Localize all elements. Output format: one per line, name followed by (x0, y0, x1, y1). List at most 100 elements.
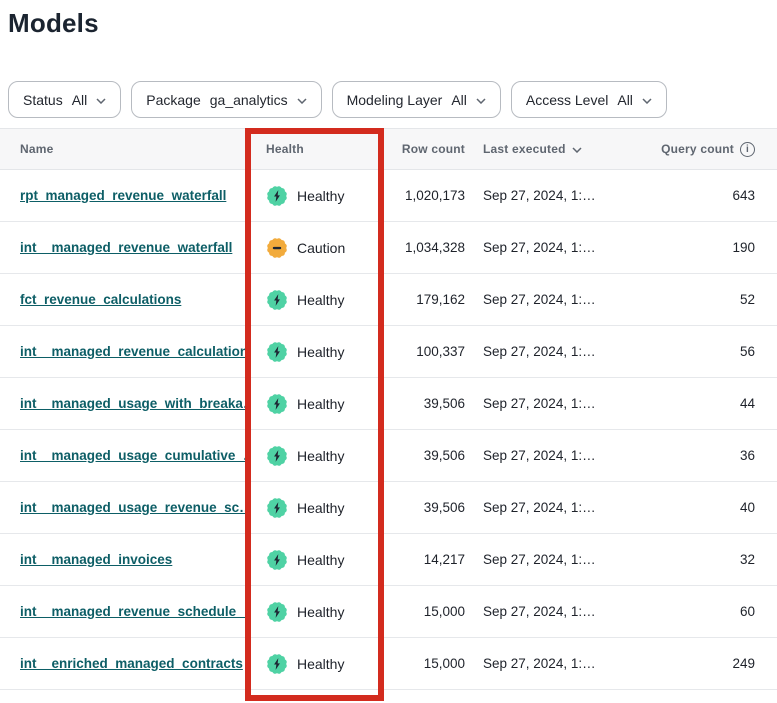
row-count-cell: 14,217 (383, 552, 470, 567)
healthy-lightning-seal-icon (266, 289, 288, 311)
chevron-down-icon (642, 98, 652, 104)
page-title: Models (8, 6, 777, 40)
health-cell: Healthy (245, 549, 383, 571)
model-name-cell: int__managed_revenue_schedule_… (0, 603, 245, 621)
column-header-last-executed-label: Last executed (483, 142, 566, 156)
info-circle-icon[interactable]: i (740, 142, 755, 157)
model-name-link[interactable]: fct_revenue_calculations (20, 292, 181, 307)
health-cell: Healthy (245, 653, 383, 675)
sort-chevron-down-icon (572, 147, 582, 153)
healthy-lightning-seal-icon (266, 445, 288, 467)
health-status-label: Healthy (297, 604, 344, 620)
row-count-cell: 15,000 (383, 604, 470, 619)
table-row: int__managed_revenue_schedule_… Healthy … (0, 586, 777, 638)
access-level-filter[interactable]: Access Level All (511, 81, 667, 118)
column-header-query-count: Query count i (625, 142, 777, 157)
model-name-link[interactable]: int__managed_usage_with_breaka… (20, 396, 245, 411)
health-cell: Healthy (245, 289, 383, 311)
column-header-last-executed[interactable]: Last executed (470, 142, 625, 156)
model-name-link[interactable]: int__managed_revenue_calculations (20, 344, 245, 359)
model-name-cell: int__managed_revenue_calculations (0, 343, 245, 361)
healthy-lightning-seal-icon (266, 185, 288, 207)
last-executed-cell: Sep 27, 2024, 1:… (470, 656, 625, 671)
query-count-cell: 40 (625, 500, 777, 515)
chevron-down-icon (297, 98, 307, 104)
last-executed-cell: Sep 27, 2024, 1:… (470, 500, 625, 515)
healthy-lightning-seal-icon (266, 393, 288, 415)
models-table: Name Health Row count Last executed Quer… (0, 128, 777, 690)
filter-bar: Status All Package ga_analytics Modeling… (8, 81, 777, 118)
status-filter[interactable]: Status All (8, 81, 121, 118)
health-status-label: Healthy (297, 344, 344, 360)
health-status-label: Healthy (297, 396, 344, 412)
modeling-layer-filter-value: All (451, 92, 467, 108)
model-name-cell: int__managed_revenue_waterfall (0, 239, 245, 257)
row-count-cell: 15,000 (383, 656, 470, 671)
model-name-link[interactable]: int__enriched_managed_contracts (20, 656, 243, 671)
health-status-label: Healthy (297, 552, 344, 568)
package-filter-label: Package (146, 92, 200, 108)
column-header-query-count-label: Query count (661, 142, 734, 156)
health-status-label: Healthy (297, 500, 344, 516)
query-count-cell: 249 (625, 656, 777, 671)
model-name-link[interactable]: int__managed_invoices (20, 552, 172, 567)
model-name-link[interactable]: int__managed_revenue_schedule_… (20, 604, 245, 619)
health-status-label: Healthy (297, 448, 344, 464)
model-name-link[interactable]: rpt_managed_revenue_waterfall (20, 188, 226, 203)
model-name-link[interactable]: int__managed_usage_cumulative_… (20, 448, 245, 463)
row-count-cell: 39,506 (383, 448, 470, 463)
query-count-cell: 60 (625, 604, 777, 619)
model-name-cell: int__enriched_managed_contracts (0, 655, 245, 673)
last-executed-cell: Sep 27, 2024, 1:… (470, 396, 625, 411)
health-cell: Healthy (245, 601, 383, 623)
column-header-name: Name (0, 142, 245, 156)
query-count-cell: 190 (625, 240, 777, 255)
health-cell: Caution (245, 237, 383, 259)
model-name-link[interactable]: int__managed_usage_revenue_sc… (20, 500, 245, 515)
model-name-link[interactable]: int__managed_revenue_waterfall (20, 240, 232, 255)
healthy-lightning-seal-icon (266, 341, 288, 363)
modeling-layer-filter[interactable]: Modeling Layer All (332, 81, 501, 118)
last-executed-cell: Sep 27, 2024, 1:… (470, 344, 625, 359)
table-header-row: Name Health Row count Last executed Quer… (0, 128, 777, 170)
chevron-down-icon (96, 98, 106, 104)
table-body: rpt_managed_revenue_waterfall Healthy 1,… (0, 170, 777, 690)
row-count-cell: 39,506 (383, 500, 470, 515)
healthy-lightning-seal-icon (266, 601, 288, 623)
model-name-cell: int__managed_usage_with_breaka… (0, 395, 245, 413)
models-page: Models Status All Package ga_analytics M… (0, 6, 777, 703)
table-row: int__managed_revenue_waterfall Caution 1… (0, 222, 777, 274)
healthy-lightning-seal-icon (266, 653, 288, 675)
query-count-cell: 56 (625, 344, 777, 359)
last-executed-cell: Sep 27, 2024, 1:… (470, 188, 625, 203)
column-header-row-count: Row count (383, 142, 470, 156)
query-count-cell: 52 (625, 292, 777, 307)
last-executed-cell: Sep 27, 2024, 1:… (470, 240, 625, 255)
query-count-cell: 44 (625, 396, 777, 411)
table-row: rpt_managed_revenue_waterfall Healthy 1,… (0, 170, 777, 222)
model-name-cell: int__managed_invoices (0, 551, 245, 569)
modeling-layer-filter-label: Modeling Layer (347, 92, 443, 108)
table-row: fct_revenue_calculations Healthy 179,162… (0, 274, 777, 326)
table-row: int__managed_revenue_calculations Health… (0, 326, 777, 378)
caution-dash-seal-icon (266, 237, 288, 259)
table-row: int__managed_usage_with_breaka… Healthy … (0, 378, 777, 430)
package-filter[interactable]: Package ga_analytics (131, 81, 321, 118)
health-status-label: Caution (297, 240, 345, 256)
health-status-label: Healthy (297, 656, 344, 672)
column-header-health: Health (245, 142, 383, 156)
health-cell: Healthy (245, 497, 383, 519)
row-count-cell: 179,162 (383, 292, 470, 307)
health-cell: Healthy (245, 393, 383, 415)
healthy-lightning-seal-icon (266, 497, 288, 519)
health-status-label: Healthy (297, 188, 344, 204)
query-count-cell: 643 (625, 188, 777, 203)
query-count-cell: 36 (625, 448, 777, 463)
last-executed-cell: Sep 27, 2024, 1:… (470, 292, 625, 307)
status-filter-value: All (72, 92, 88, 108)
last-executed-cell: Sep 27, 2024, 1:… (470, 552, 625, 567)
healthy-lightning-seal-icon (266, 549, 288, 571)
table-row: int__enriched_managed_contracts Healthy … (0, 638, 777, 690)
row-count-cell: 1,020,173 (383, 188, 470, 203)
health-cell: Healthy (245, 445, 383, 467)
